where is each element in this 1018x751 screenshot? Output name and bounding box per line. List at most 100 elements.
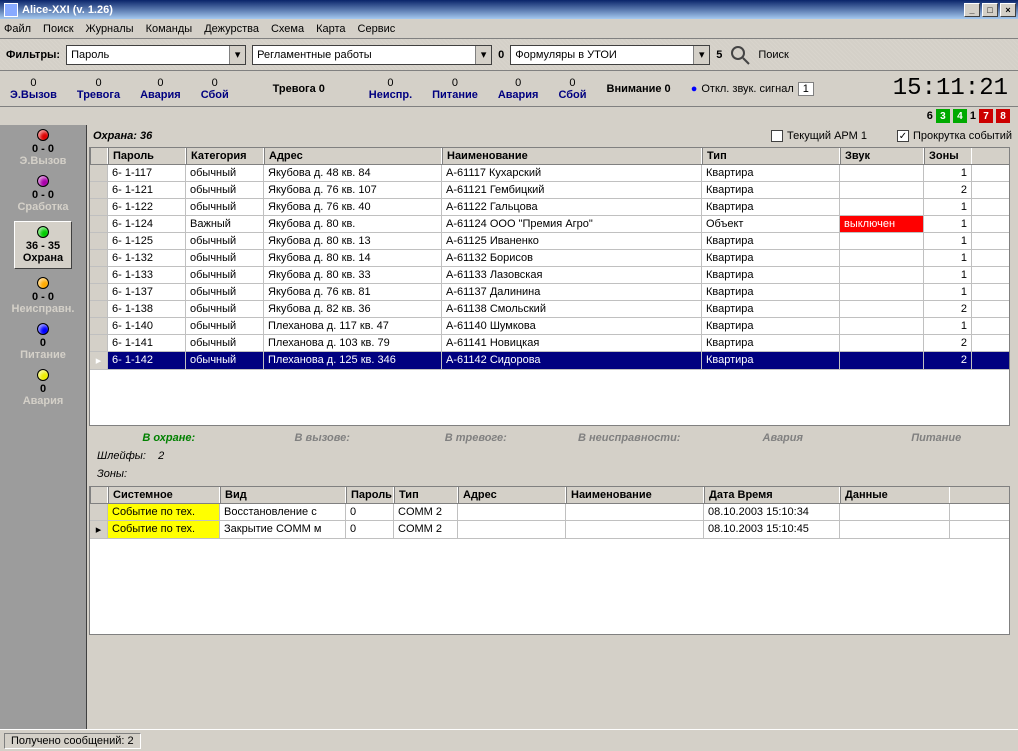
row-marker — [90, 267, 108, 283]
indicator: 3 — [936, 109, 950, 123]
search-label[interactable]: Поиск — [758, 49, 788, 61]
grid2-body[interactable]: Событие по тех.Восстановление с0COMM 208… — [90, 504, 1009, 634]
status-cell[interactable]: 0Сбой — [548, 71, 596, 106]
grid2-header: СистемноеВидПарольТипАдресНаименованиеДа… — [90, 487, 1009, 504]
status-segment: Авария — [711, 432, 855, 444]
table-row[interactable]: 6- 1-117обычныйЯкубова д. 48 кв. 84А-611… — [90, 165, 1009, 182]
search-icon[interactable] — [728, 43, 752, 67]
filter-combo-2[interactable]: Регламентные работы▾ — [252, 45, 492, 65]
row-marker — [90, 165, 108, 181]
status-segment: В тревоге: — [404, 432, 548, 444]
menu-Схема[interactable]: Схема — [271, 23, 304, 35]
status-cell[interactable]: 0Тревога — [67, 71, 130, 106]
column-header[interactable]: Данные — [840, 487, 950, 503]
sound-toggle[interactable]: ●Откл. звук. сигнал1 — [681, 71, 824, 106]
sidebar-item[interactable]: 0Авария — [23, 369, 64, 407]
close-button[interactable]: × — [1000, 3, 1016, 17]
info-row-2: Зоны: — [87, 468, 1018, 486]
row-marker — [90, 182, 108, 198]
checkbox-icon — [771, 130, 783, 142]
column-header[interactable]: Тип — [394, 487, 458, 503]
table-row[interactable]: 6- 1-138обычныйЯкубова д. 82 кв. 36А-611… — [90, 301, 1009, 318]
status-cell[interactable]: 0Э.Вызов — [0, 71, 67, 106]
grid-body[interactable]: 6- 1-117обычныйЯкубова д. 48 кв. 84А-611… — [90, 165, 1009, 425]
content: Охрана: 36 Текущий АРМ 1 ✓Прокрутка собы… — [87, 125, 1018, 729]
maximize-button[interactable]: □ — [982, 3, 998, 17]
column-header[interactable]: Вид — [220, 487, 346, 503]
sidebar-item[interactable]: 36 - 35Охрана — [14, 221, 72, 269]
table-row[interactable]: ▸6- 1-142обычныйПлеханова д. 125 кв. 346… — [90, 352, 1009, 370]
table-row[interactable]: ▸Событие по тех.Закрытие COMM м0COMM 208… — [90, 521, 1009, 539]
filter-count-2: 0 — [498, 49, 504, 61]
status-cell[interactable]: 0Сбой — [191, 71, 239, 106]
minimize-button[interactable]: _ — [964, 3, 980, 17]
menu-Команды[interactable]: Команды — [146, 23, 193, 35]
column-header[interactable]: Дата Время — [704, 487, 840, 503]
menu-Журналы[interactable]: Журналы — [86, 23, 134, 35]
menu-Сервис[interactable]: Сервис — [358, 23, 396, 35]
table-row[interactable]: 6- 1-140обычныйПлеханова д. 117 кв. 47А-… — [90, 318, 1009, 335]
column-header[interactable]: Наименование — [442, 148, 702, 164]
status-cell[interactable]: 0Неиспр. — [359, 71, 422, 106]
status-cell[interactable]: 0Питание — [422, 71, 488, 106]
led-icon — [37, 175, 49, 187]
led-icon — [37, 129, 49, 141]
table-row[interactable]: 6- 1-121обычныйЯкубова д. 76 кв. 107А-61… — [90, 182, 1009, 199]
row-marker — [90, 199, 108, 215]
menubar: Файл Поиск Журналы Команды Дежурства Схема Кар… — [0, 19, 1018, 39]
row-marker: ▸ — [90, 521, 108, 538]
column-header[interactable]: Адрес — [264, 148, 442, 164]
objects-grid: ПарольКатегорияАдресНаименованиеТипЗвукЗ… — [89, 147, 1010, 426]
menu-Карта[interactable]: Карта — [316, 23, 345, 35]
column-header[interactable]: Тип — [702, 148, 840, 164]
indicator-row: 634178 — [0, 107, 1018, 125]
scroll-events-check[interactable]: ✓Прокрутка событий — [897, 130, 1012, 142]
status-cell[interactable]: 0Авария — [130, 71, 191, 106]
table-row[interactable]: Событие по тех.Восстановление с0COMM 208… — [90, 504, 1009, 521]
table-row[interactable]: 6- 1-133обычныйЯкубова д. 80 кв. 33А-611… — [90, 267, 1009, 284]
column-header[interactable]: Звук — [840, 148, 924, 164]
row-marker — [90, 504, 108, 520]
sidebar-item[interactable]: 0Питание — [20, 323, 66, 361]
menu-Поиск[interactable]: Поиск — [43, 23, 73, 35]
window-title: Alice-XXI (v. 1.26) — [22, 4, 113, 16]
led-icon — [37, 277, 49, 289]
table-row[interactable]: 6- 1-137обычныйЯкубова д. 76 кв. 81А-611… — [90, 284, 1009, 301]
row-marker — [90, 250, 108, 266]
checkbox-icon: ✓ — [897, 130, 909, 142]
menu-Файл[interactable]: Файл — [4, 23, 31, 35]
column-header[interactable]: Адрес — [458, 487, 566, 503]
column-header[interactable]: Зоны — [924, 148, 972, 164]
table-row[interactable]: 6- 1-125обычныйЯкубова д. 80 кв. 13А-611… — [90, 233, 1009, 250]
column-header[interactable]: Пароль — [108, 148, 186, 164]
content-header: Охрана: 36 Текущий АРМ 1 ✓Прокрутка собы… — [87, 125, 1018, 147]
filter-combo-3[interactable]: Формуляры в УТОИ▾ — [510, 45, 710, 65]
table-row[interactable]: 6- 1-124ВажныйЯкубова д. 80 кв.А-61124 О… — [90, 216, 1009, 233]
menu-Дежурства[interactable]: Дежурства — [204, 23, 259, 35]
app-icon — [4, 3, 18, 17]
status-segment: В неисправности: — [558, 432, 702, 444]
table-row[interactable]: 6- 1-141обычныйПлеханова д. 103 кв. 79А-… — [90, 335, 1009, 352]
status-cell[interactable]: 0Авария — [488, 71, 549, 106]
table-row[interactable]: 6- 1-122обычныйЯкубова д. 76 кв. 40А-611… — [90, 199, 1009, 216]
column-header[interactable]: Наименование — [566, 487, 704, 503]
filter-combo-1[interactable]: Пароль▾ — [66, 45, 246, 65]
indicator: 8 — [996, 109, 1010, 123]
sidebar-item[interactable]: 0 - 0Неисправн. — [12, 277, 75, 315]
chevron-down-icon: ▾ — [693, 46, 709, 64]
filter-count-3: 5 — [716, 49, 722, 61]
row-marker — [90, 335, 108, 351]
sidebar-item[interactable]: 0 - 0Сработка — [17, 175, 68, 213]
sidebar-item[interactable]: 0 - 0Э.Вызов — [20, 129, 67, 167]
column-header[interactable]: Пароль — [346, 487, 394, 503]
alarm-label: Тревога 0 — [239, 71, 359, 106]
indicator: 4 — [953, 109, 967, 123]
column-header[interactable]: Системное — [108, 487, 220, 503]
indicator: 6 — [927, 110, 933, 122]
chevron-down-icon: ▾ — [229, 46, 245, 64]
status-band: В охране:В вызове:В тревоге:В неисправно… — [87, 428, 1018, 448]
table-row[interactable]: 6- 1-132обычныйЯкубова д. 80 кв. 14А-611… — [90, 250, 1009, 267]
column-header[interactable]: Категория — [186, 148, 264, 164]
current-arm-check[interactable]: Текущий АРМ 1 — [771, 130, 867, 142]
row-marker — [90, 216, 108, 232]
